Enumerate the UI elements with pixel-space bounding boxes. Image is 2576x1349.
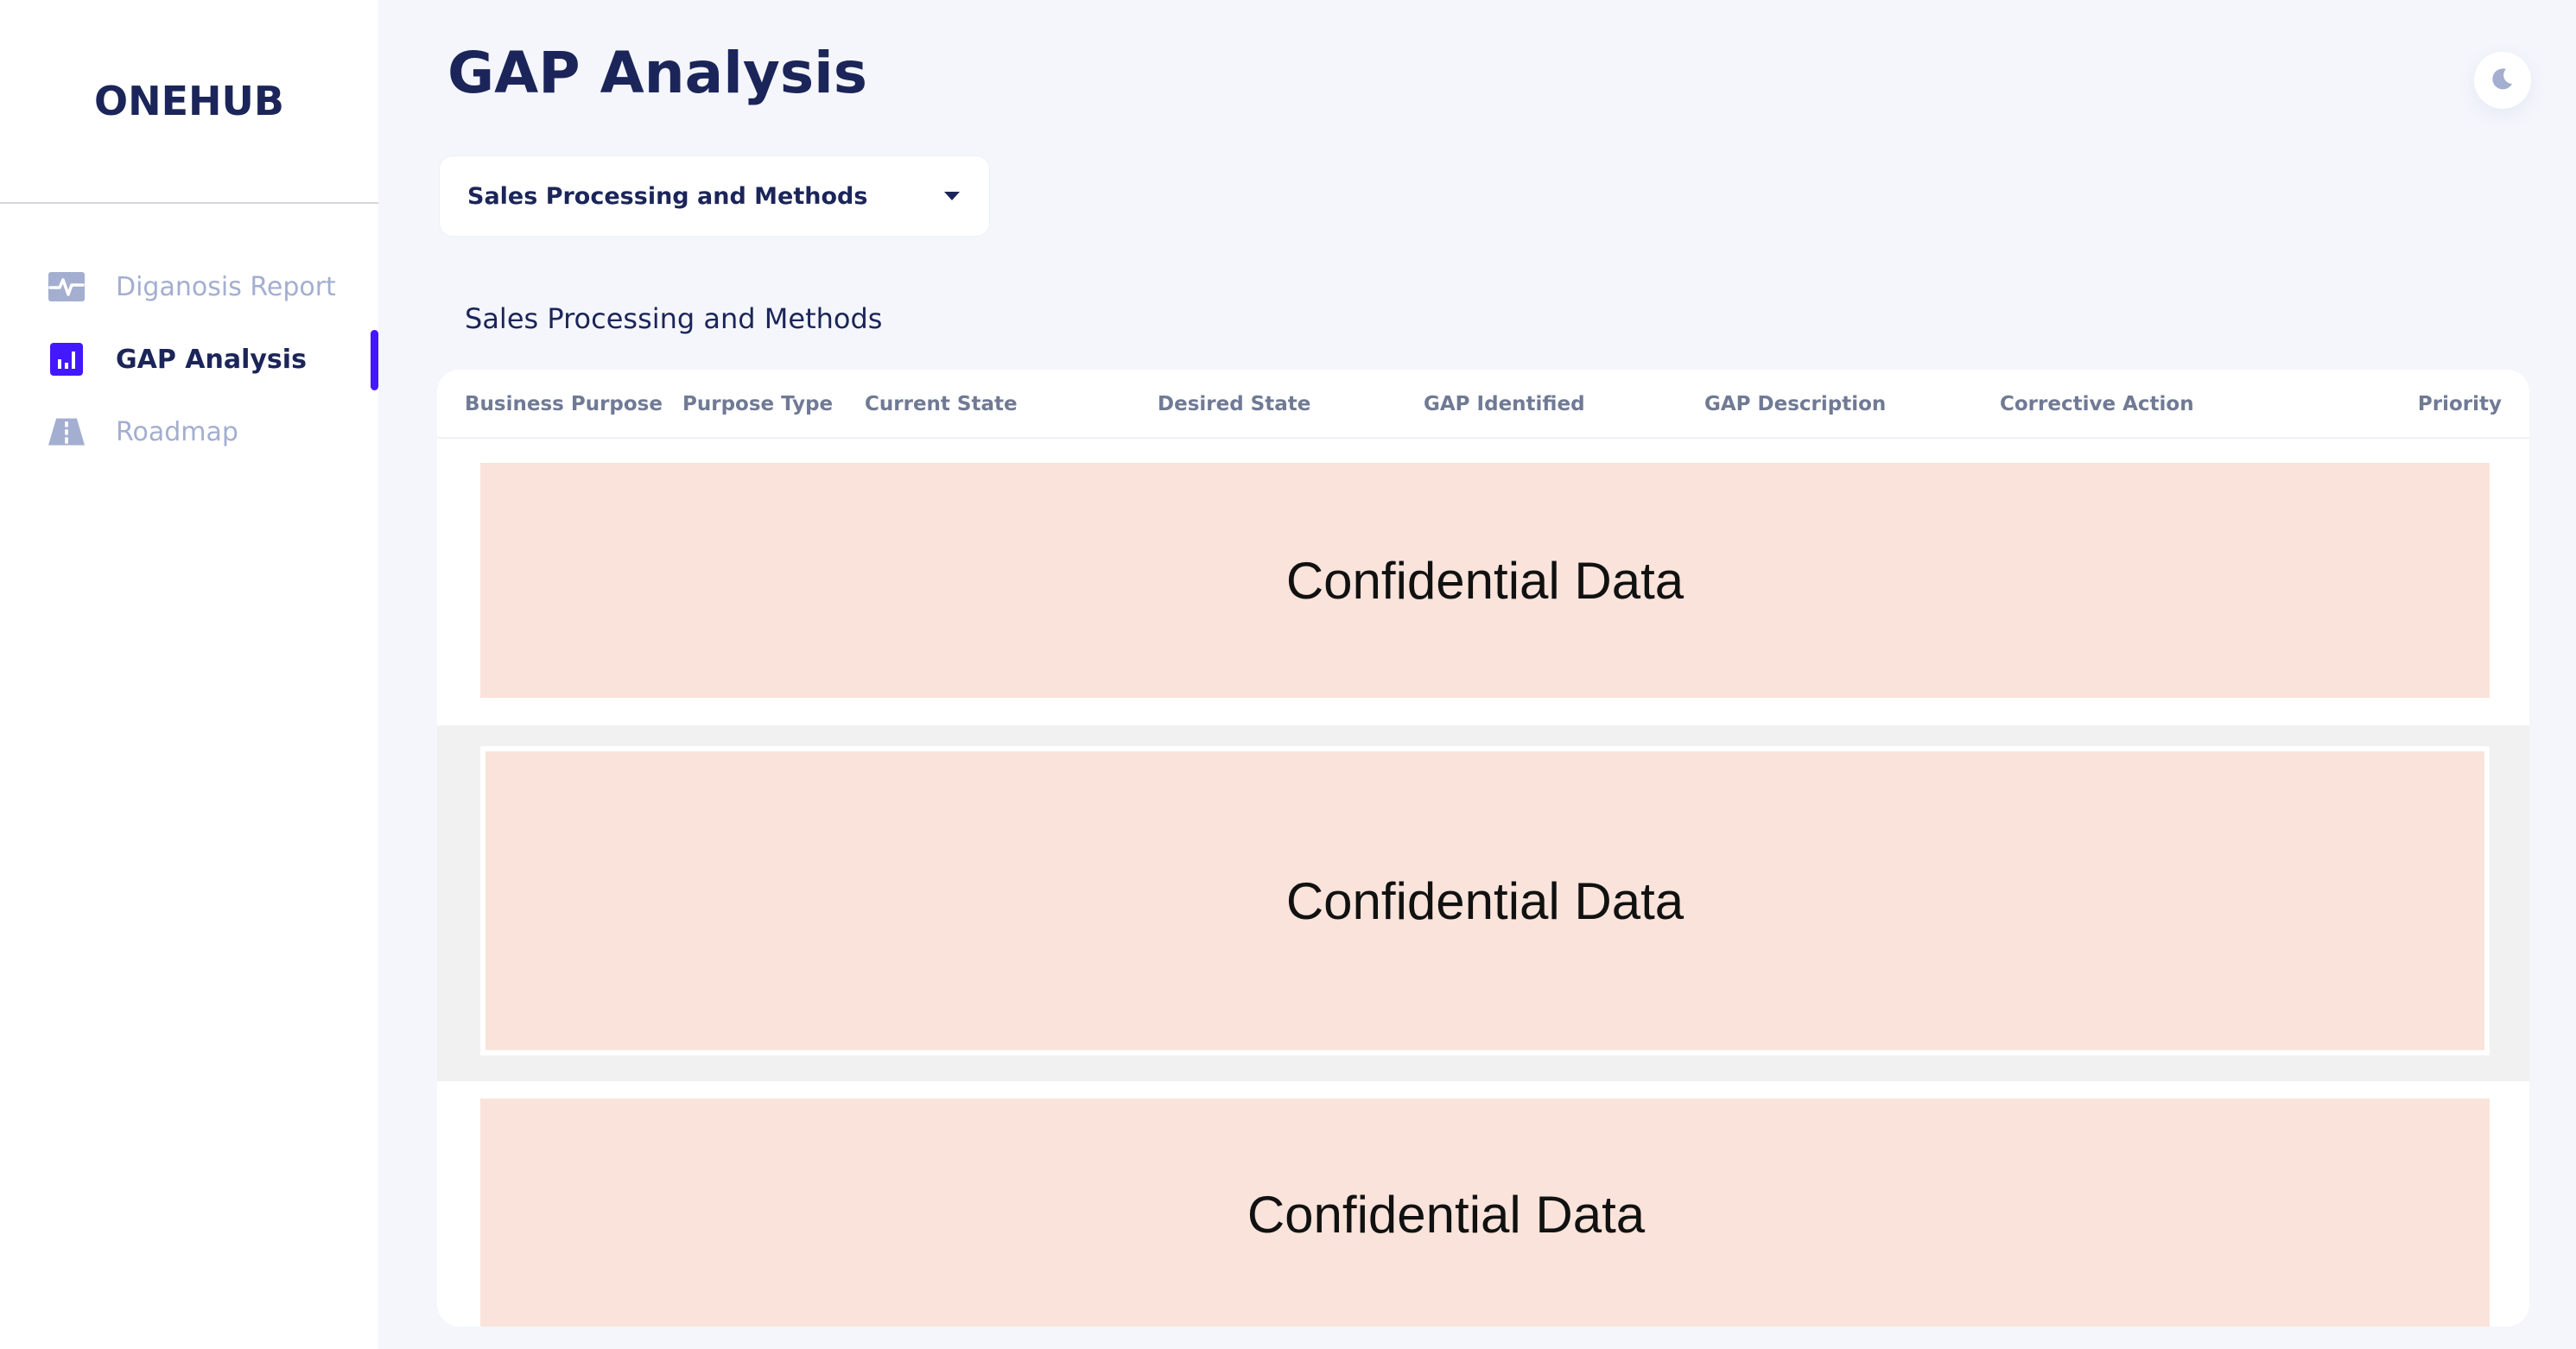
confidential-data-block: Confidential Data [480,463,2490,698]
column-header-purpose-type[interactable]: Purpose Type [682,370,833,439]
sidebar-item-label: Roadmap [116,416,238,447]
active-indicator [371,330,378,390]
app-root: ONEHUB Diganosis Report GAP Analysis Roa… [0,0,2576,1349]
sidebar-item-diagnosis-report[interactable]: Diganosis Report [0,250,378,323]
brand-logo: ONEHUB [0,0,378,204]
caret-down-icon [944,192,960,200]
table-row[interactable]: Confidential Data [437,725,2529,1081]
gap-table: Business Purpose Purpose Type Current St… [437,370,2529,1327]
column-header-corrective-action[interactable]: Corrective Action [2000,370,2194,439]
heartbeat-icon [48,269,85,305]
column-header-business-purpose[interactable]: Business Purpose [465,370,663,439]
section-title: Sales Processing and Methods [465,302,883,335]
sidebar-item-label: Diganosis Report [116,271,336,302]
page-title: GAP Analysis [447,40,868,106]
road-icon [48,414,85,450]
column-header-desired-state[interactable]: Desired State [1158,370,1310,439]
table-row[interactable]: Confidential Data [437,440,2529,725]
sidebar-item-label: GAP Analysis [116,344,307,375]
table-row[interactable]: Confidential Data [437,1081,2529,1327]
sidebar-item-roadmap[interactable]: Roadmap [0,396,378,468]
sidebar-item-gap-analysis[interactable]: GAP Analysis [0,323,378,396]
column-header-gap-identified[interactable]: GAP Identified [1424,370,1585,439]
category-select-value: Sales Processing and Methods [467,182,868,210]
sidebar: ONEHUB Diganosis Report GAP Analysis Roa… [0,0,378,1349]
column-header-current-state[interactable]: Current State [865,370,1018,439]
column-header-gap-description[interactable]: GAP Description [1704,370,1886,439]
table-header: Business Purpose Purpose Type Current St… [437,370,2529,439]
bar-chart-icon [48,341,85,377]
confidential-data-block: Confidential Data [480,746,2490,1055]
moon-icon [2490,66,2515,94]
theme-toggle-button[interactable] [2474,52,2531,109]
sidebar-nav: Diganosis Report GAP Analysis Roadmap [0,250,378,468]
category-select[interactable]: Sales Processing and Methods [439,155,990,237]
confidential-data-block: Confidential Data [480,1099,2490,1327]
column-header-priority[interactable]: Priority [2418,370,2502,439]
